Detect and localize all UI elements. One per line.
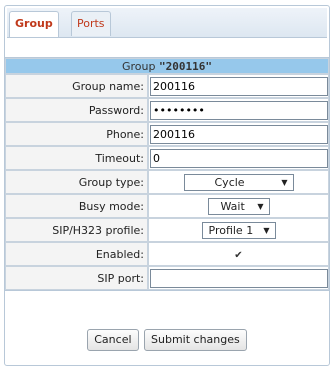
group-type-value: Cycle [214,175,245,189]
password-input[interactable] [150,100,328,120]
group-type-select[interactable]: Cycle ▼ [183,173,294,191]
sip-profile-value: Profile 1 [208,223,254,237]
sip-port-input[interactable] [150,268,328,288]
password-label: Password: [5,98,148,122]
tab-bar: Group Ports [7,8,327,38]
sip-profile-select[interactable]: Profile 1 ▼ [201,221,276,239]
phone-label: Phone: [5,122,148,146]
chevron-down-icon: ▼ [263,225,270,235]
form-actions: Cancel Submit changes [0,329,334,351]
tab-ports[interactable]: Ports [71,11,111,36]
cancel-button[interactable]: Cancel [87,329,139,351]
form-header: Group "200116" [5,58,329,74]
submit-changes-button[interactable]: Submit changes [144,329,247,351]
enabled-checkbox[interactable]: ✔ [234,250,242,261]
group-type-label: Group type: [5,170,148,194]
form-header-group-name: "200116" [159,59,212,73]
chevron-down-icon: ▼ [257,201,264,211]
phone-input[interactable] [150,124,328,144]
timeout-input[interactable] [150,148,328,168]
sip-profile-label: SIP/H323 profile: [5,218,148,242]
sip-port-label: SIP port: [5,266,148,290]
form-header-prefix: Group [122,59,156,73]
busy-mode-select[interactable]: Wait ▼ [207,197,270,215]
group-form: Group "200116" Group name: Password: Pho… [4,57,330,291]
timeout-label: Timeout: [5,146,148,170]
group-name-input[interactable] [150,76,328,96]
chevron-down-icon: ▼ [281,177,288,187]
group-name-label: Group name: [5,74,148,98]
busy-mode-label: Busy mode: [5,194,148,218]
tab-group[interactable]: Group [9,11,59,37]
busy-mode-value: Wait [220,199,245,213]
enabled-label: Enabled: [5,242,148,266]
